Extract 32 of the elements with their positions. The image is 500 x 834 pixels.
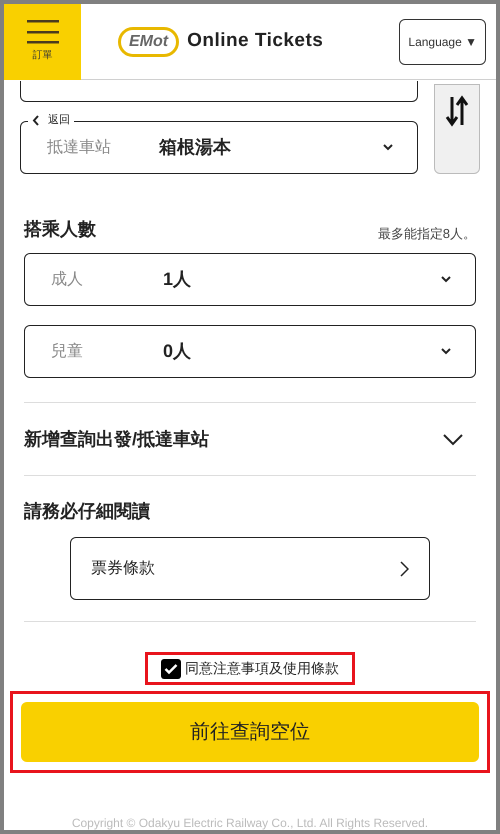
menu-icon — [26, 20, 58, 44]
chevron-down-icon — [441, 348, 451, 355]
menu-button[interactable]: 訂單 — [4, 4, 81, 80]
field-value: 1人 — [163, 268, 192, 291]
field-label: 兒童 — [51, 342, 84, 362]
add-station-toggle[interactable]: 新增查詢出發/抵達車站 — [24, 403, 484, 475]
chevron-right-icon — [400, 560, 409, 576]
departure-field[interactable] — [20, 81, 418, 102]
section-title: 請務必仔細閱讀 — [24, 501, 150, 521]
agree-checkbox[interactable]: 同意注意事項及使用條款 — [161, 658, 339, 679]
field-label: 成人 — [51, 270, 84, 290]
chevron-down-icon — [442, 432, 464, 446]
swap-button[interactable] — [434, 84, 480, 174]
field-label: 抵達車站 — [47, 138, 112, 158]
field-value: 箱根湯本 — [159, 136, 231, 159]
back-link[interactable]: 返回 — [28, 112, 74, 128]
language-button[interactable]: Language ▼ — [399, 18, 486, 64]
field-value: 0人 — [163, 340, 192, 363]
swap-arrows-icon — [445, 95, 469, 127]
chevron-left-icon — [32, 114, 40, 126]
chevron-down-icon — [383, 144, 393, 151]
search-availability-button[interactable]: 前往查詢空位 — [21, 702, 479, 762]
copyright-text: Copyright © Odakyu Electric Railway Co., Ltd. All Rights Reserved. — [72, 816, 428, 830]
chevron-down-icon — [441, 276, 451, 283]
limit-note: 最多能指定8人。 — [378, 224, 476, 242]
passenger-select[interactable]: 兒童 0人 — [24, 325, 476, 378]
app-title: Online Tickets — [187, 29, 324, 54]
menu-label: 訂單 — [32, 48, 52, 62]
logo: EMot — [118, 26, 180, 56]
section-title: 搭乘人數 — [24, 218, 96, 241]
terms-button[interactable]: 票券條款 — [70, 537, 430, 600]
passenger-select[interactable]: 成人 1人 — [24, 253, 476, 306]
